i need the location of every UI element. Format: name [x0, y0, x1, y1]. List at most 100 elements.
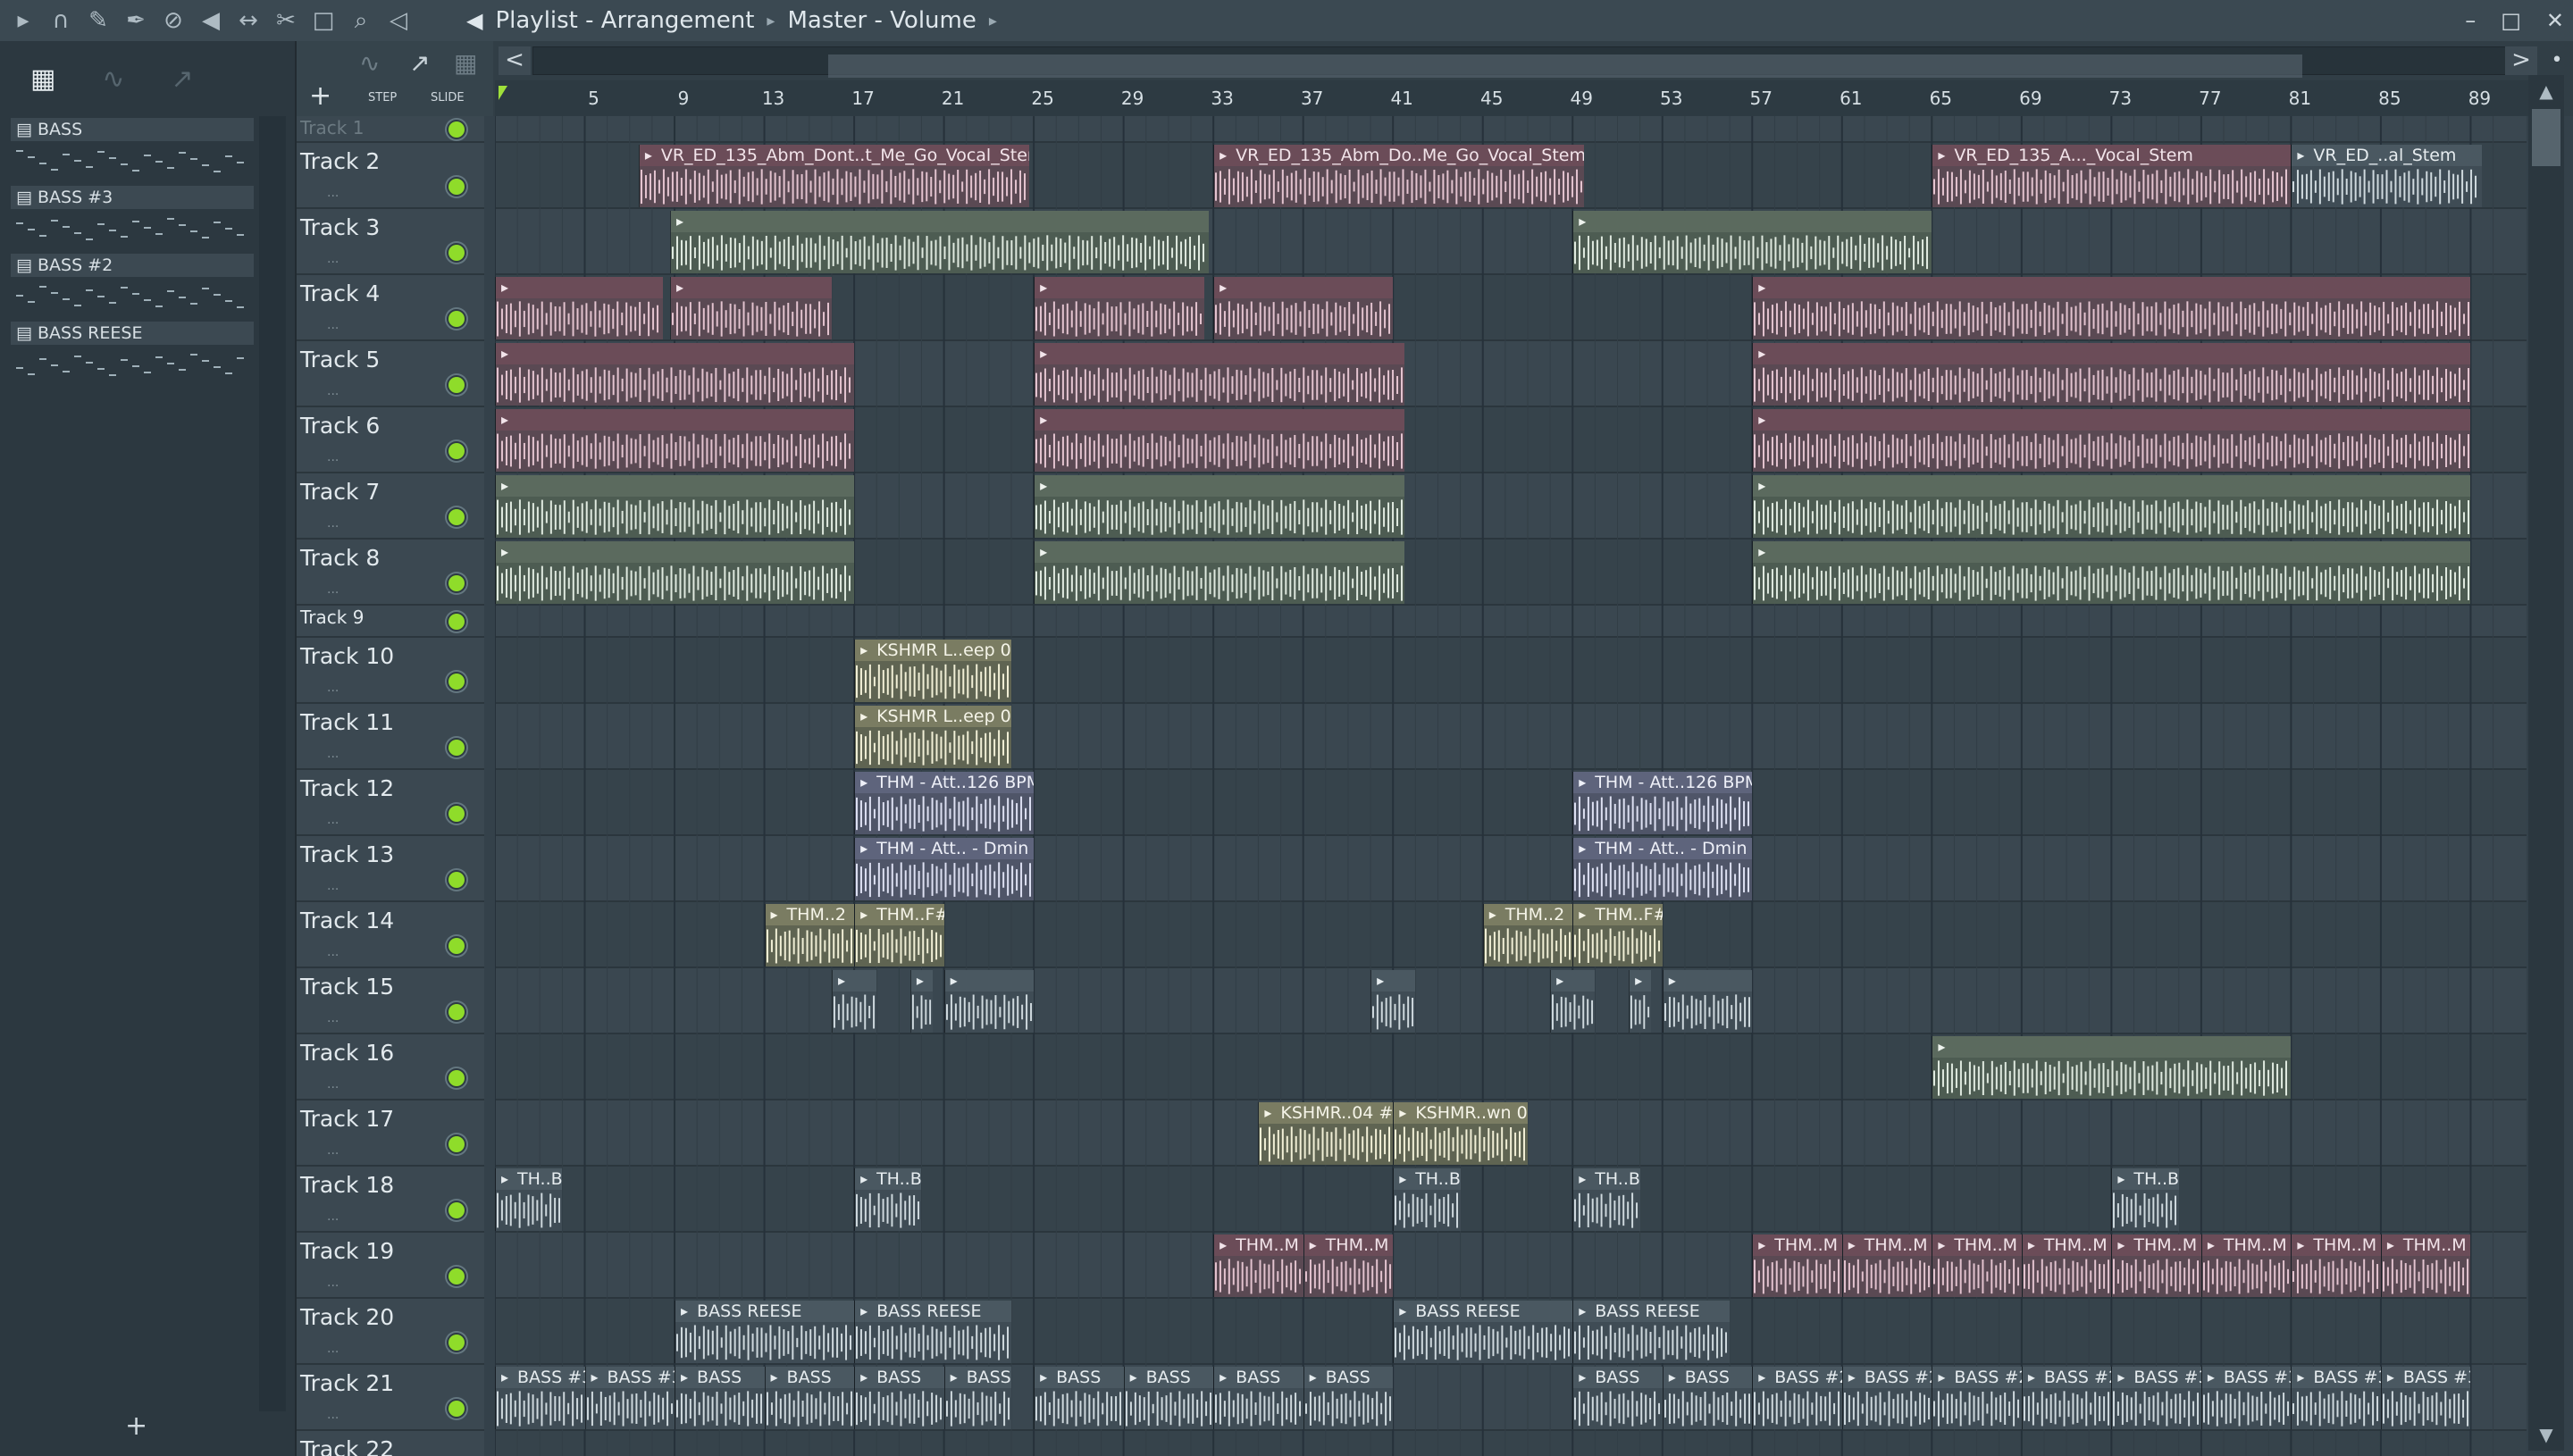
- track-header[interactable]: Track 14...: [297, 902, 484, 968]
- playlist-clip[interactable]: BASS: [1213, 1367, 1303, 1429]
- playlist-clip[interactable]: KSHMR L..eep 07: [854, 640, 1011, 702]
- automation-icon[interactable]: ↗: [172, 63, 194, 95]
- playlist-clip[interactable]: THM..2: [764, 904, 855, 966]
- track-grip[interactable]: ...: [327, 1011, 339, 1025]
- track-header[interactable]: Track 6...: [297, 407, 484, 473]
- track-header[interactable]: Track 18...: [297, 1167, 484, 1233]
- playlist-clip[interactable]: BASS REESE: [1393, 1301, 1573, 1363]
- track-grip[interactable]: ...: [327, 681, 339, 695]
- track-lane[interactable]: [495, 606, 2527, 638]
- play-arrow-icon[interactable]: ▸: [11, 7, 36, 34]
- maximize-button[interactable]: □: [2501, 8, 2521, 33]
- track-lane[interactable]: [495, 704, 2527, 770]
- track-header[interactable]: Track 8...: [297, 540, 484, 606]
- playlist-clip[interactable]: [1752, 541, 2471, 604]
- close-button[interactable]: ✕: [2546, 8, 2564, 33]
- playlist-clip[interactable]: BASS REESE: [675, 1301, 855, 1363]
- vertical-scrollbar[interactable]: ▲ ▼: [2528, 75, 2564, 1451]
- playlist-clip[interactable]: [670, 277, 832, 339]
- track-header[interactable]: Track 5...: [297, 341, 484, 407]
- playlist-clip[interactable]: BASS REESE: [854, 1301, 1011, 1363]
- track-grip[interactable]: ...: [327, 1342, 339, 1356]
- track-mute-led[interactable]: [448, 1335, 465, 1351]
- track-mute-led[interactable]: [448, 872, 465, 888]
- playlist-clip[interactable]: [1629, 970, 1652, 1033]
- track-grip[interactable]: ...: [327, 1276, 339, 1290]
- playlist-clip[interactable]: THM - Att.. - Dmin: [854, 838, 1035, 900]
- playlist-clip[interactable]: [1550, 970, 1596, 1033]
- playlist-clip[interactable]: BASS #3: [2111, 1367, 2201, 1429]
- track-header[interactable]: Track 13...: [297, 836, 484, 902]
- piano-keys-icon[interactable]: ▦: [454, 48, 477, 78]
- playlist-clip[interactable]: THM - Att..126 BPM: [1572, 772, 1753, 834]
- track-mute-led[interactable]: [448, 121, 465, 138]
- track-header[interactable]: Track 19...: [297, 1233, 484, 1299]
- playlist-clip[interactable]: THM..M: [2021, 1234, 2112, 1297]
- playlist-clip[interactable]: THM..F#: [1572, 904, 1663, 966]
- playlist-clip[interactable]: THM..F#: [854, 904, 944, 966]
- track-grip[interactable]: ...: [327, 1408, 339, 1422]
- pencil-icon[interactable]: ✎: [86, 7, 111, 34]
- timeline-overview[interactable]: [532, 46, 2509, 78]
- time-ruler[interactable]: 5 9 13 17 21 25 29 33 37 41 45 49 53 57 61 65 69 73 77 81 85…: [495, 80, 2541, 116]
- playlist-clip[interactable]: BASS #3: [584, 1367, 675, 1429]
- playlist-clip[interactable]: THM..M: [1752, 1234, 1842, 1297]
- track-grip[interactable]: ...: [327, 582, 339, 597]
- track-header[interactable]: Track 1: [297, 116, 484, 143]
- zoom-icon[interactable]: ⌕: [348, 7, 373, 34]
- menu-dot-icon[interactable]: •: [2541, 46, 2573, 75]
- playlist-clip[interactable]: VR_ED_135_Abm_Do..Me_Go_Vocal_Stem: [1213, 145, 1584, 207]
- track-mute-led[interactable]: [448, 179, 465, 195]
- select-icon[interactable]: □: [311, 7, 336, 34]
- playlist-clip[interactable]: [1752, 409, 2471, 472]
- track-grip[interactable]: ...: [327, 813, 339, 827]
- playlist-clip[interactable]: THM..M: [1303, 1234, 1394, 1297]
- mute-icon[interactable]: ◀: [198, 7, 223, 34]
- playlist-clip[interactable]: [1034, 343, 1404, 406]
- scroll-right-button[interactable]: >: [2505, 46, 2537, 75]
- track-header[interactable]: Track 16...: [297, 1034, 484, 1100]
- playlist-clip[interactable]: THM..M: [2291, 1234, 2381, 1297]
- playlist-clip[interactable]: [1034, 475, 1404, 538]
- pattern-item[interactable]: ▤ BASS #3: [11, 186, 254, 248]
- track-grip[interactable]: ...: [327, 450, 339, 464]
- magnet-icon[interactable]: ∩: [48, 7, 73, 34]
- track-grip[interactable]: ...: [327, 747, 339, 761]
- playlist-clip[interactable]: THM..M: [2111, 1234, 2201, 1297]
- playlist-clip[interactable]: [495, 409, 855, 472]
- playlist-clip[interactable]: [495, 343, 855, 406]
- track-grip[interactable]: ...: [327, 879, 339, 893]
- playlist-clip[interactable]: BASS: [1662, 1367, 1753, 1429]
- playlist-clip[interactable]: [1932, 1036, 2292, 1099]
- track-header[interactable]: Track 22...: [297, 1431, 484, 1456]
- playlist-clip[interactable]: [909, 970, 934, 1033]
- track-mute-led[interactable]: [448, 1136, 465, 1152]
- track-mute-led[interactable]: [448, 1268, 465, 1284]
- playlist-clip[interactable]: TH..B: [2111, 1168, 2179, 1231]
- track-header[interactable]: Track 15...: [297, 968, 484, 1034]
- pattern-item[interactable]: ▤ BASS #2: [11, 254, 254, 316]
- minimize-button[interactable]: –: [2465, 8, 2476, 33]
- playlist-clip[interactable]: [1752, 277, 2471, 339]
- waveform-icon[interactable]: ∿: [102, 63, 124, 95]
- playlist-clip[interactable]: BASS #2: [2021, 1367, 2112, 1429]
- playlist-clip[interactable]: KSHMR L..eep 04: [854, 706, 1011, 768]
- track-mute-led[interactable]: [448, 311, 465, 327]
- playlist-clip[interactable]: BASS: [1123, 1367, 1214, 1429]
- playlist-clip[interactable]: [670, 211, 1210, 273]
- track-mute-led[interactable]: [448, 740, 465, 756]
- track-mute-led[interactable]: [448, 1070, 465, 1086]
- playlist-clip[interactable]: BASS #2: [1752, 1367, 1842, 1429]
- add-pattern-button[interactable]: +: [125, 1410, 147, 1442]
- playlist-clip[interactable]: [1370, 970, 1416, 1033]
- playlist-clip[interactable]: BASS: [854, 1367, 944, 1429]
- track-grip[interactable]: ...: [327, 318, 339, 332]
- playlist-clip[interactable]: [1572, 211, 1932, 273]
- track-grip[interactable]: ...: [327, 186, 339, 200]
- track-header[interactable]: Track 3...: [297, 209, 484, 275]
- playlist-clip[interactable]: BASS #3: [2380, 1367, 2471, 1429]
- scroll-up-icon[interactable]: ▲: [2528, 75, 2564, 107]
- playlist-clip[interactable]: THM..M: [1841, 1234, 1932, 1297]
- playlist-clip[interactable]: [1213, 277, 1394, 339]
- playlist-clip[interactable]: VR_ED_135_Abm_Dont..t_Me_Go_Vocal_Stem: [638, 145, 1030, 207]
